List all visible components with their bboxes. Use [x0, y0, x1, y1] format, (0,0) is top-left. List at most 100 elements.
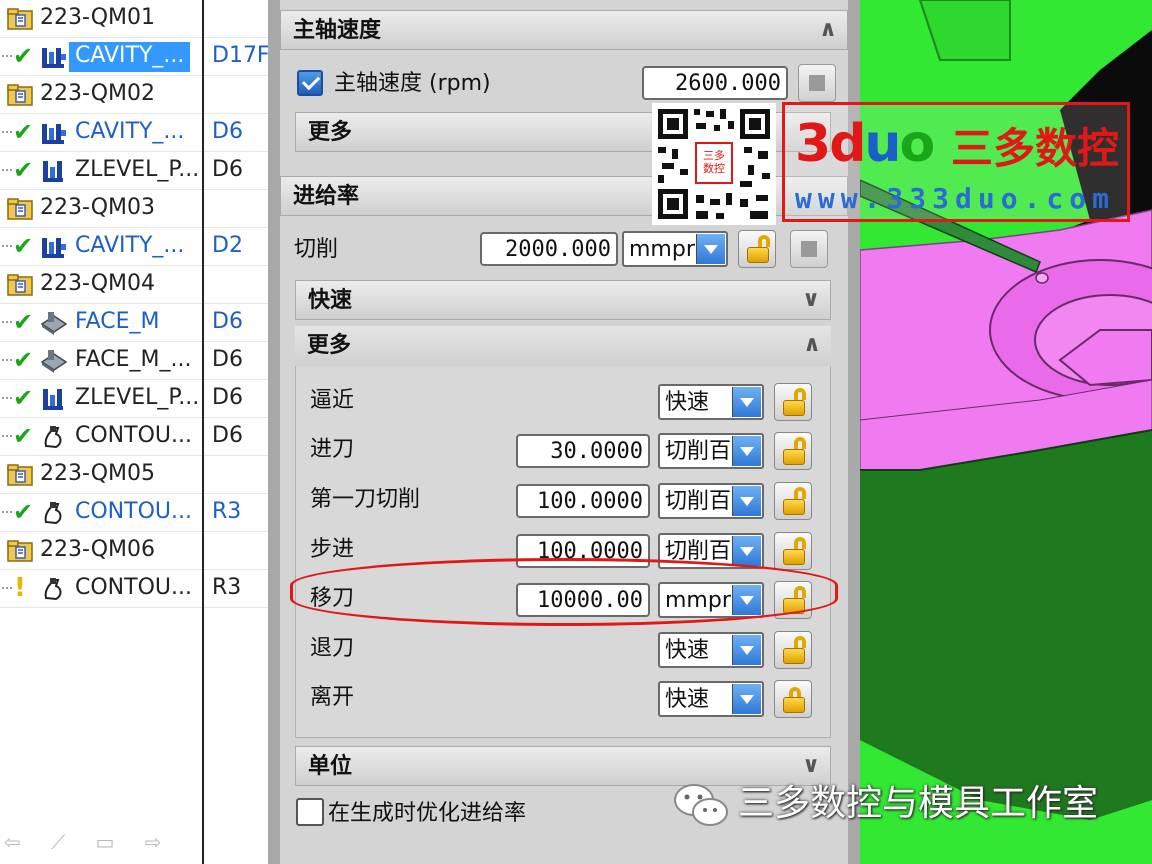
checkmark-icon: ✔	[13, 384, 34, 412]
checkmark-icon: ✔	[13, 498, 34, 526]
wechat-icon	[674, 784, 728, 826]
feed-row-unit-select[interactable]: 切削百	[658, 483, 764, 519]
qr-logo-caption: 三多 数控	[703, 149, 725, 175]
feed-row-label: 离开	[310, 685, 355, 710]
checkmark-icon: ✔	[13, 156, 34, 184]
feed-row-label: 第一刀切削	[310, 487, 421, 512]
brand-logo: 3duo 三多数控 www.333duo.com	[782, 102, 1130, 222]
watermark-text: 三多数控与模具工作室	[738, 783, 1099, 824]
chevron-down-icon[interactable]: ∨	[802, 753, 820, 778]
tool-name: D6	[212, 423, 243, 448]
feed-row-input[interactable]: 30.0000	[516, 434, 650, 468]
spindle-more-title: 更多	[308, 120, 353, 145]
program-group-row[interactable]: 223-QM01	[0, 0, 268, 38]
cut-feed-options-button[interactable]	[790, 230, 828, 268]
operation-name: CAVITY_...	[75, 119, 185, 144]
cut-feed-unit-select[interactable]: mmpr	[622, 231, 728, 267]
lock-shackle	[794, 437, 806, 449]
checkmark-icon: ✔	[13, 232, 34, 260]
rapid-header[interactable]: 快速 ∨	[295, 280, 831, 320]
operation-row[interactable]: ✔ CONTOU... D6	[0, 418, 268, 456]
program-group-row[interactable]: 223-QM05	[0, 456, 268, 494]
feed-row-label: 退刀	[310, 636, 355, 661]
spindle-speed-checkbox[interactable]	[297, 70, 323, 96]
feed-row-unit-select[interactable]: 切削百	[658, 433, 764, 469]
tool-name: D2	[212, 233, 243, 258]
operation-name: CONTOU...	[75, 575, 192, 600]
feed-row-label: 进刀	[310, 437, 355, 462]
operation-name: FACE_M_...	[75, 347, 192, 372]
operation-row[interactable]: ✔ CAVITY_... D2	[0, 228, 268, 266]
chevron-up-icon[interactable]: ∧	[803, 332, 821, 357]
cut-feed-input[interactable]: 2000.000	[480, 232, 618, 266]
operation-row[interactable]: ✔ FACE_M_... D6	[0, 342, 268, 380]
operation-name: ZLEVEL_P...	[75, 157, 200, 182]
feed-row-lock-button[interactable]	[774, 631, 812, 669]
tree-connector	[2, 587, 12, 589]
program-group-row[interactable]: 223-QM03	[0, 190, 268, 228]
operation-row[interactable]: ✔ ZLEVEL_P... D6	[0, 152, 268, 190]
units-header[interactable]: 单位 ∨	[295, 746, 831, 786]
program-group-row[interactable]: 223-QM06	[0, 532, 268, 570]
cut-feed-lock-button[interactable]	[738, 230, 776, 268]
lock-icon	[783, 697, 805, 713]
tool-name: D6	[212, 347, 243, 372]
more-feeds-header[interactable]: 更多 ∧	[295, 326, 831, 366]
navigator-toolbar[interactable]: ⇦ ⟋ ▭ ⇨	[4, 830, 173, 854]
feed-row-lock-button[interactable]	[774, 432, 812, 470]
tree-connector	[2, 397, 12, 399]
lock-icon	[783, 400, 805, 416]
spindle-speed-input[interactable]: 2600.000	[642, 66, 788, 100]
program-name: 223-QM03	[40, 195, 156, 220]
chevron-up-icon[interactable]: ∧	[819, 17, 837, 42]
dropdown-arrow-icon[interactable]	[732, 684, 761, 714]
feed-row-lock-button[interactable]	[774, 383, 812, 421]
lock-shackle	[794, 487, 806, 499]
qr-code-image: 三多 数控	[652, 103, 776, 225]
dropdown-arrow-icon[interactable]	[732, 635, 761, 665]
spindle-speed-title: 主轴速度	[293, 18, 382, 43]
lock-shackle	[758, 235, 770, 247]
dropdown-arrow-icon[interactable]	[696, 234, 725, 264]
feed-row-unit-value: 切削百	[665, 489, 732, 514]
feed-row-lock-button[interactable]	[774, 482, 812, 520]
program-name: 223-QM05	[40, 461, 156, 486]
spindle-options-button[interactable]	[798, 64, 836, 102]
program-name: 223-QM06	[40, 537, 156, 562]
operation-row[interactable]: ✔ ZLEVEL_P... D6	[0, 380, 268, 418]
operation-row[interactable]: ✔ FACE_M D6	[0, 304, 268, 342]
checkmark-icon: ✔	[13, 308, 34, 336]
lock-shackle	[794, 537, 806, 549]
program-group-row[interactable]: 223-QM04	[0, 266, 268, 304]
dropdown-arrow-icon[interactable]	[732, 436, 761, 466]
program-group-row[interactable]: 223-QM02	[0, 76, 268, 114]
dropdown-arrow-icon[interactable]	[732, 486, 761, 516]
tool-name: R3	[212, 499, 242, 524]
tree-connector	[2, 511, 12, 513]
cut-feed-label: 切削	[294, 237, 339, 262]
tree-connector	[2, 169, 12, 171]
spindle-speed-group-header[interactable]: 主轴速度 ∧	[280, 10, 848, 50]
operation-row[interactable]: ✔ CAVITY_... D17F	[0, 38, 268, 76]
tree-connector	[2, 435, 12, 437]
optimize-feed-checkbox[interactable]	[296, 798, 324, 826]
dropdown-arrow-icon[interactable]	[732, 536, 761, 566]
feed-row-lock-button[interactable]	[774, 532, 812, 570]
checkmark-icon: ✔	[13, 422, 34, 450]
dropdown-arrow-icon[interactable]	[732, 387, 761, 417]
feed-rate-title: 进给率	[293, 184, 360, 209]
feed-row-unit-select[interactable]: 快速	[658, 632, 764, 668]
feed-row-unit-value: 快速	[665, 638, 710, 663]
operation-row[interactable]: ✔ CONTOU... R3	[0, 494, 268, 532]
brand-name: 3duo	[795, 114, 935, 174]
feed-row-lock-button[interactable]	[774, 680, 812, 718]
chevron-down-icon[interactable]: ∨	[802, 287, 820, 312]
operation-row[interactable]: ✔ CAVITY_... D6	[0, 114, 268, 152]
feed-row-unit-select[interactable]: 快速	[658, 384, 764, 420]
spindle-speed-label: 主轴速度 (rpm)	[334, 71, 491, 96]
column-divider[interactable]	[202, 0, 204, 864]
feed-row-label: 步进	[310, 537, 355, 562]
operation-row[interactable]: ! CONTOU... R3	[0, 570, 268, 608]
feed-row-unit-select[interactable]: 快速	[658, 681, 764, 717]
feed-row-input[interactable]: 100.0000	[516, 484, 650, 518]
